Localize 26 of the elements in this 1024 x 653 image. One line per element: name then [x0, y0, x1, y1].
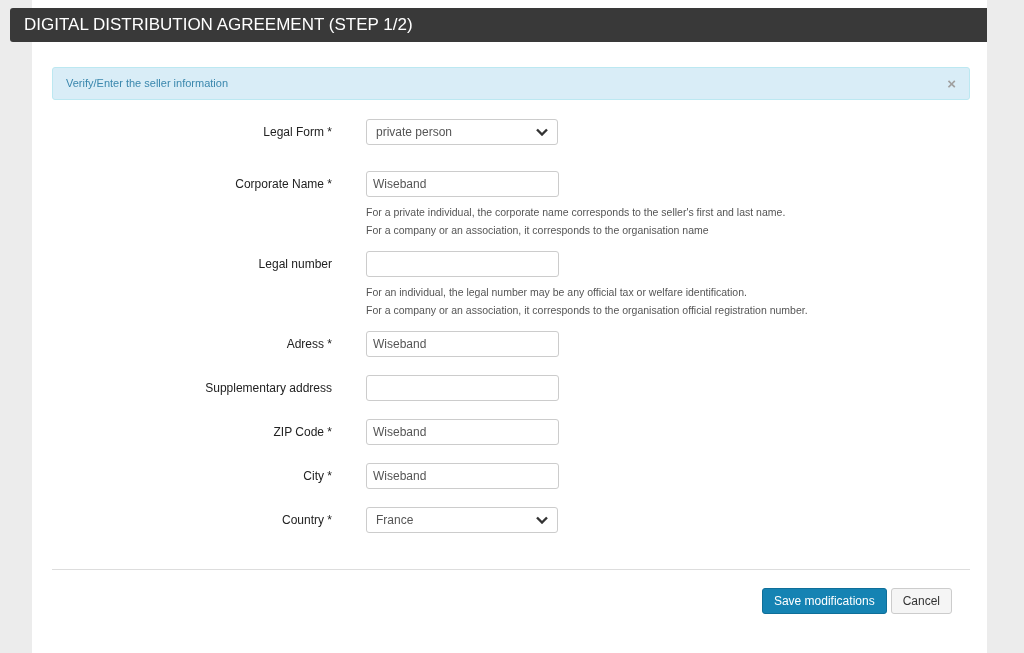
field-label: Supplementary address	[204, 380, 332, 397]
chevron-down-icon	[536, 128, 548, 136]
field-label: City *	[302, 468, 332, 485]
dropdown[interactable]: private person	[366, 119, 558, 145]
text-input[interactable]: Wiseband	[366, 463, 559, 489]
help-text: For a private individual, the corporate name corresponds to the seller's first and last name.	[366, 205, 786, 220]
text-input[interactable]	[366, 251, 559, 277]
alert-message: Verify/Enter the seller information	[66, 76, 229, 92]
cancel-button[interactable]: Cancel	[890, 588, 952, 614]
help-text: For a company or an association, it corresponds to the organisation official registration number.	[366, 303, 808, 318]
chevron-down-icon	[536, 516, 548, 524]
field-label: Adress *	[285, 336, 332, 353]
save-button[interactable]: Save modifications	[761, 588, 887, 614]
text-input[interactable]	[366, 375, 559, 401]
page-title: DIGITAL DISTRIBUTION AGREEMENT (STEP 1/2)	[10, 8, 987, 42]
text-input[interactable]: Wiseband	[366, 331, 559, 357]
help-text: For a company or an association, it corresponds to the organisation name	[366, 223, 710, 238]
field-label: Legal number	[257, 256, 332, 273]
field-label: Corporate Name *	[234, 176, 332, 193]
text-input[interactable]: Wiseband	[366, 419, 559, 445]
text-input[interactable]: Wiseband	[366, 171, 559, 197]
help-text: For an individual, the legal number may be any official tax or welfare identification.	[366, 285, 748, 300]
field-label: Legal Form *	[262, 124, 332, 141]
dropdown[interactable]: France	[366, 507, 558, 533]
field-label: Country *	[280, 512, 332, 529]
field-label: ZIP Code *	[272, 424, 332, 441]
